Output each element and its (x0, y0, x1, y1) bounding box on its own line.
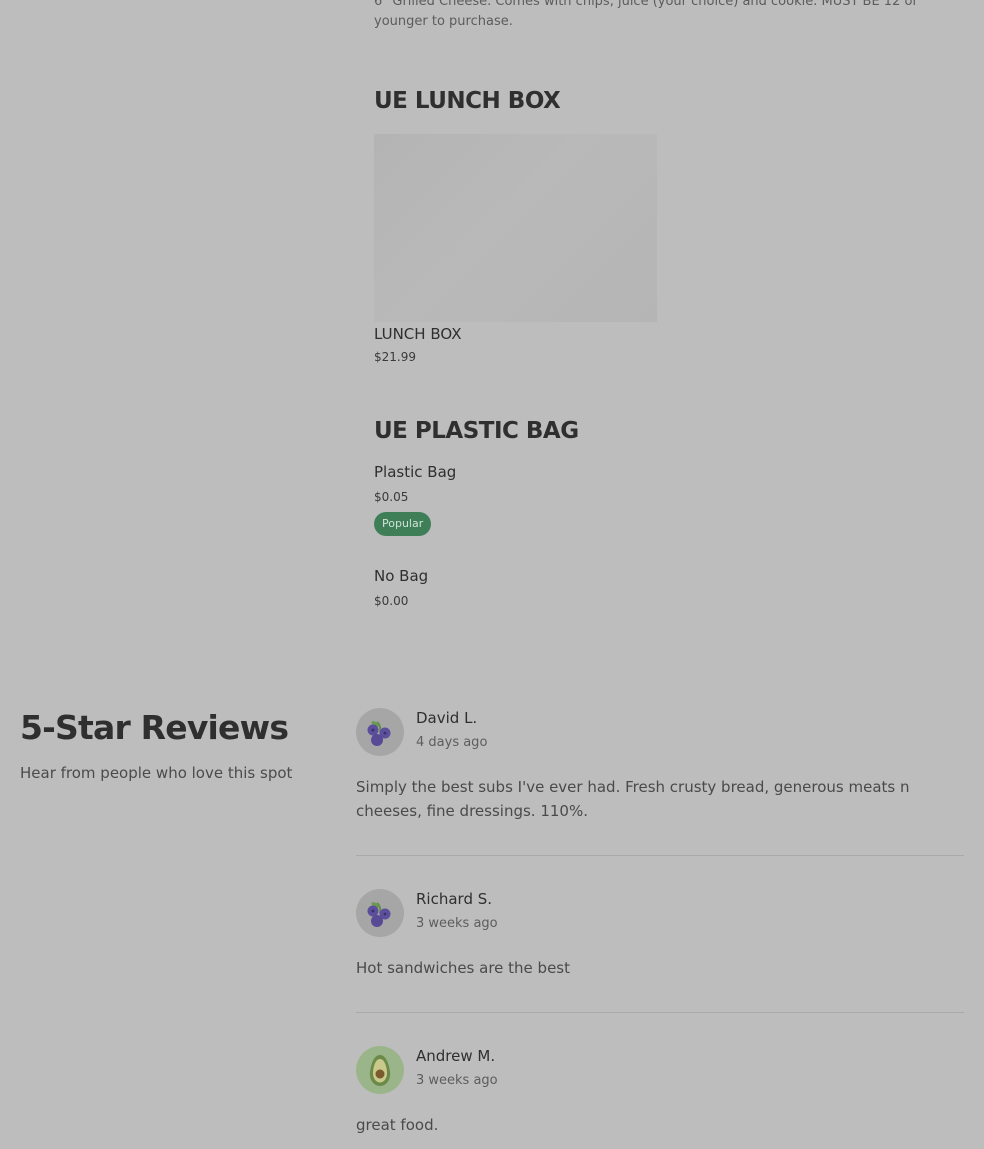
section-title-plastic-bag: UE PLASTIC BAG (374, 418, 579, 444)
menu-item-name[interactable]: Plastic Bag (374, 463, 456, 481)
avocado-icon (356, 1046, 404, 1094)
avatar (356, 1046, 404, 1094)
divider (356, 855, 964, 856)
menu-item-price: $21.99 (374, 350, 416, 364)
menu-item-name[interactable]: No Bag (374, 567, 428, 585)
review-date: 4 days ago (416, 735, 488, 750)
reviewer-name: Richard S. (416, 890, 493, 908)
reviews-subtitle: Hear from people who love this spot (20, 764, 293, 782)
review-text: Hot sandwiches are the best (356, 959, 570, 977)
review-date: 3 weeks ago (416, 1073, 498, 1088)
reviewer-name: Andrew M. (416, 1047, 496, 1065)
section-title-lunch-box: UE LUNCH BOX (374, 88, 561, 114)
reviewer-name: David L. (416, 709, 478, 727)
review-text: great food. (356, 1116, 439, 1134)
blueberry-icon (356, 708, 404, 756)
lunch-box-image[interactable] (374, 134, 657, 322)
menu-item-description: 6" Grilled Cheese. Comes with chips, jui… (374, 0, 918, 29)
menu-item-price: $0.05 (374, 490, 409, 504)
reviews-title: 5-Star Reviews (20, 708, 289, 747)
avatar (356, 708, 404, 756)
review-date: 3 weeks ago (416, 916, 498, 931)
avatar (356, 889, 404, 937)
menu-item-price: $0.00 (374, 594, 409, 608)
blueberry-icon (356, 889, 404, 937)
divider (356, 1012, 964, 1013)
popular-badge: Popular (374, 512, 432, 536)
menu-item-name[interactable]: LUNCH BOX (374, 325, 461, 343)
review-text: Simply the best subs I've ever had. Fres… (356, 778, 910, 820)
